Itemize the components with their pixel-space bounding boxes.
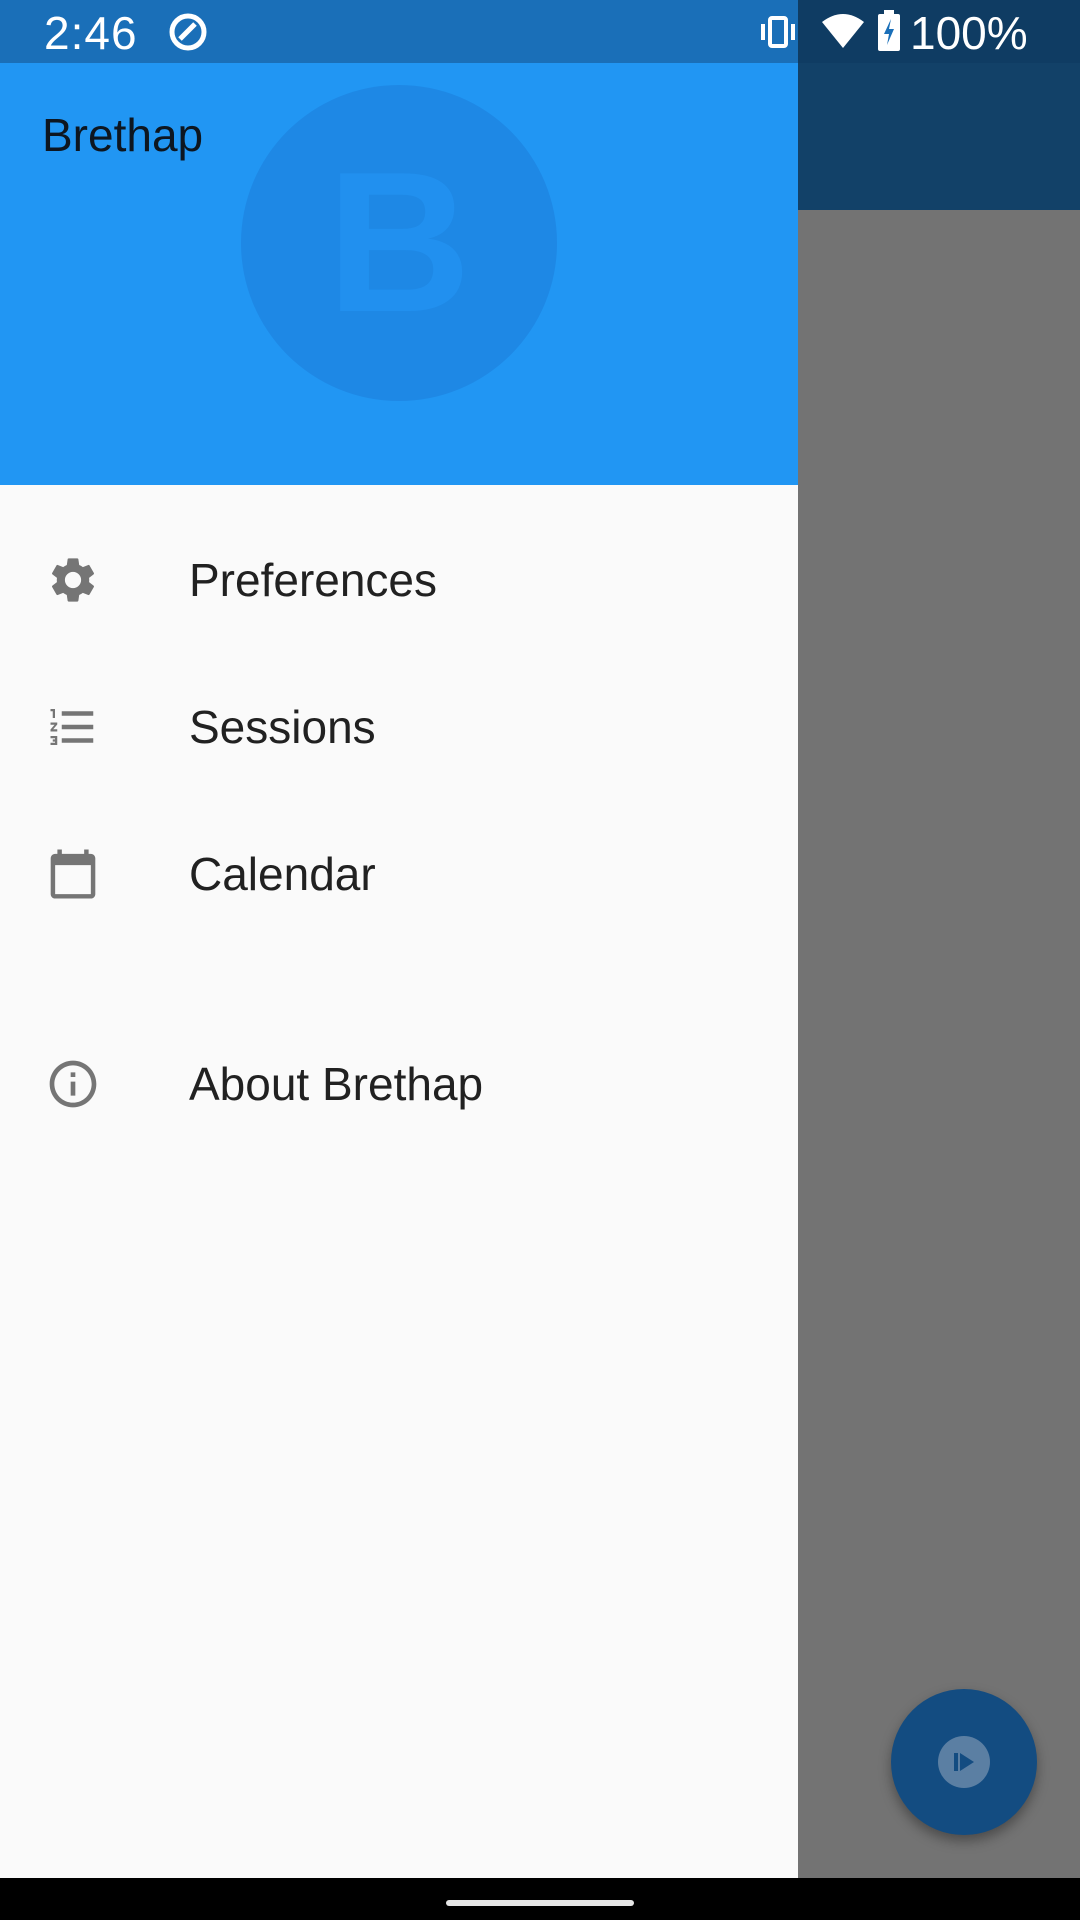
wifi-icon — [820, 12, 866, 55]
home-gesture-handle[interactable] — [446, 1900, 634, 1906]
numbered-list-icon — [44, 698, 102, 756]
menu-item-label: About Brethap — [189, 1058, 484, 1110]
menu-item-label: Calendar — [189, 848, 376, 900]
menu-item-label: Sessions — [189, 701, 376, 753]
battery-percentage: 100% — [910, 7, 1028, 59]
menu-item-about[interactable]: About Brethap — [0, 1011, 798, 1157]
drawer-title: Brethap — [42, 109, 204, 161]
navigation-drawer: B Brethap Preferences Sessions Calendar … — [0, 0, 798, 1878]
menu-item-preferences[interactable]: Preferences — [0, 507, 798, 653]
menu-item-label: Preferences — [189, 554, 438, 606]
app-logo: B — [241, 85, 557, 401]
play-icon — [938, 1736, 990, 1788]
gear-icon — [44, 551, 102, 609]
info-icon — [44, 1055, 102, 1113]
system-nav-bar — [0, 1878, 1080, 1920]
menu-item-calendar[interactable]: Calendar — [0, 801, 798, 947]
logo-letter: B — [326, 131, 472, 354]
menu-item-sessions[interactable]: Sessions — [0, 654, 798, 800]
app-notification-icon — [168, 12, 208, 57]
battery-charging-icon — [876, 10, 902, 57]
start-session-fab[interactable] — [891, 1689, 1037, 1835]
calendar-icon — [44, 845, 102, 903]
status-bar: 2:46 100% — [0, 0, 1080, 63]
status-time: 2:46 — [44, 7, 138, 59]
vibrate-icon — [758, 14, 798, 55]
drawer-header: B Brethap — [0, 63, 798, 485]
